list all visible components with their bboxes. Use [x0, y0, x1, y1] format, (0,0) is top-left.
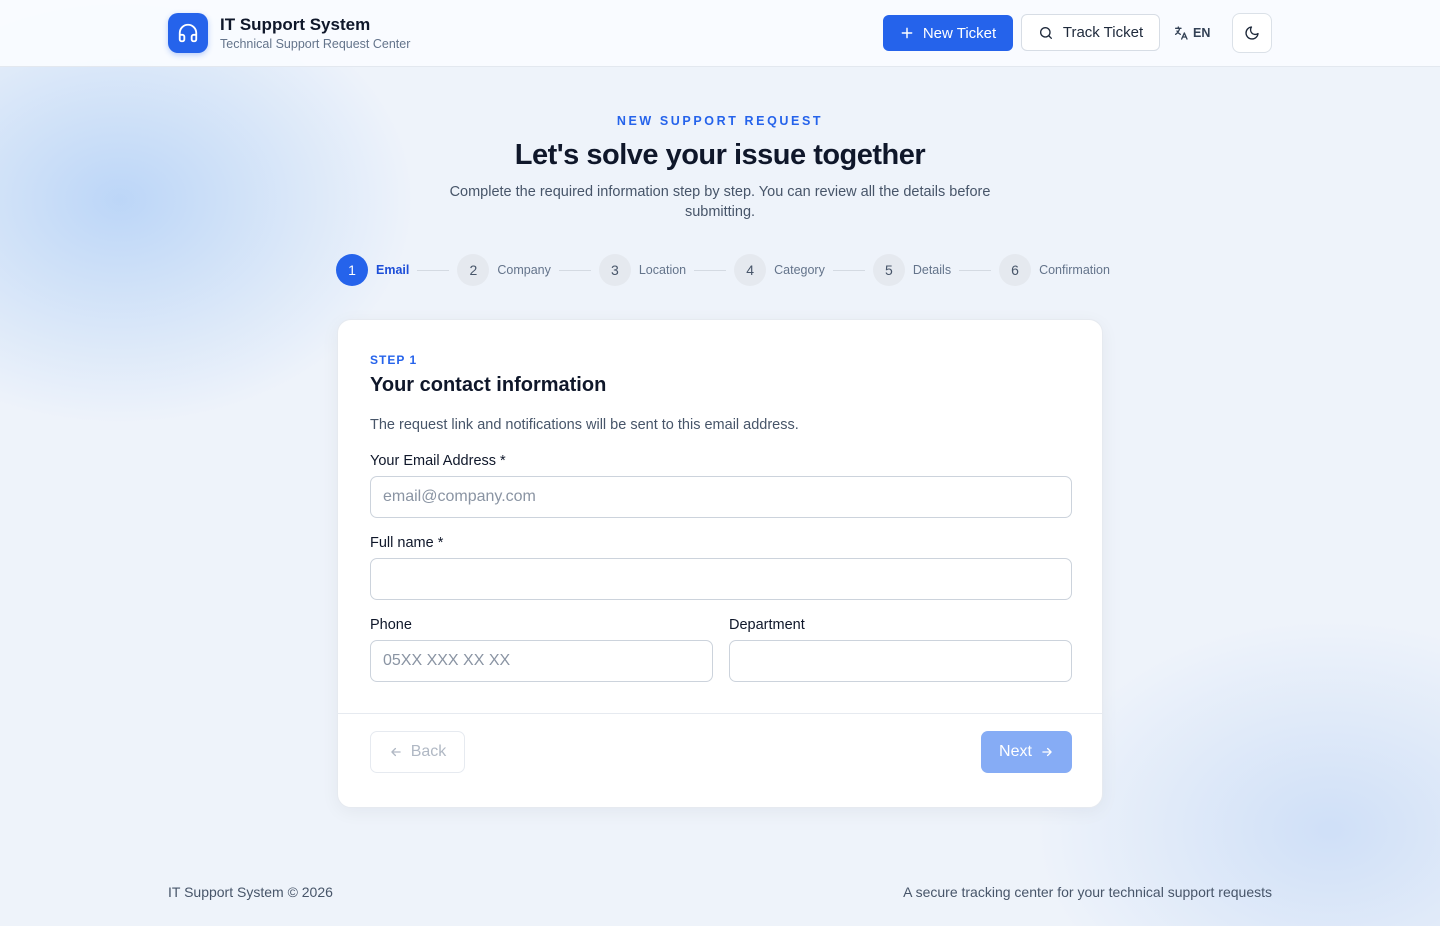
form-title: Your contact information	[370, 374, 607, 396]
arrow-left-icon	[390, 747, 401, 757]
step-indicator: STEP 1	[370, 353, 418, 367]
step-label: Company	[497, 263, 551, 277]
step-number: 4	[734, 254, 767, 286]
step-email[interactable]: 1 Email	[336, 254, 409, 286]
language-label: EN	[1193, 26, 1211, 40]
progress-stepper: 1 Email 2 Company 3 Location 4 Category …	[336, 254, 1110, 286]
new-ticket-label: New Ticket	[922, 24, 997, 42]
step-label: Category	[774, 263, 825, 277]
page-eyebrow: NEW SUPPORT REQUEST	[616, 114, 824, 128]
phone-label: Phone	[370, 617, 412, 633]
step-connector	[558, 269, 591, 271]
step-number: 5	[872, 254, 905, 286]
email-label: Your Email Address *	[370, 453, 506, 469]
moon-icon	[1245, 26, 1259, 40]
step-category[interactable]: 4 Category	[734, 254, 825, 286]
step-label: Details	[912, 263, 952, 277]
top-header: IT Support System Technical Support Requ…	[0, 0, 1440, 67]
step-label: Location	[638, 263, 687, 277]
step-number: 3	[598, 254, 631, 286]
track-ticket-button[interactable]: Track Ticket	[1021, 14, 1160, 51]
track-ticket-label: Track Ticket	[1062, 24, 1144, 41]
next-button[interactable]: Next	[981, 731, 1072, 773]
footer-copyright: IT Support System © 2026	[168, 884, 333, 900]
brand-subtitle: Technical Support Request Center	[220, 37, 411, 51]
step-number: 6	[999, 254, 1032, 286]
step-label: Confirmation	[1039, 263, 1110, 277]
brand[interactable]: IT Support System Technical Support Requ…	[168, 13, 410, 53]
step-number: 1	[336, 254, 368, 286]
next-label: Next	[999, 743, 1032, 760]
full-name-label: Full name *	[370, 535, 444, 551]
arrow-right-icon	[1042, 747, 1052, 757]
brand-title: IT Support System	[220, 15, 371, 34]
page-title: Let's solve your issue together	[514, 139, 926, 171]
back-label: Back	[410, 743, 447, 760]
step-connector	[417, 269, 450, 271]
headset-icon	[168, 13, 208, 53]
step-connector	[694, 269, 727, 271]
phone-field[interactable]	[370, 640, 713, 682]
contact-form-card: STEP 1 Your contact information The requ…	[337, 319, 1103, 808]
language-switcher[interactable]: EN	[1173, 22, 1210, 44]
email-field[interactable]	[370, 476, 1072, 518]
step-connector	[832, 269, 865, 271]
translate-icon	[1175, 26, 1188, 40]
new-ticket-button[interactable]: New Ticket	[883, 15, 1013, 51]
step-company[interactable]: 2 Company	[457, 254, 551, 286]
footer-tagline: A secure tracking center for your techni…	[903, 884, 1272, 900]
page-description: Complete the required information step b…	[449, 184, 991, 220]
form-description: The request link and notifications will …	[370, 417, 799, 433]
full-name-field[interactable]	[370, 558, 1072, 600]
step-connector	[959, 269, 992, 271]
department-field[interactable]	[729, 640, 1072, 682]
theme-toggle-button[interactable]	[1232, 13, 1272, 53]
step-location[interactable]: 3 Location	[598, 254, 687, 286]
step-confirmation[interactable]: 6 Confirmation	[999, 254, 1110, 286]
back-button[interactable]: Back	[370, 731, 465, 773]
plus-icon	[901, 27, 913, 39]
step-details[interactable]: 5 Details	[872, 254, 952, 286]
department-label: Department	[729, 617, 805, 633]
search-icon	[1039, 26, 1052, 39]
form-footer-divider	[338, 713, 1102, 714]
step-number: 2	[457, 254, 490, 286]
step-label: Email	[376, 263, 410, 277]
